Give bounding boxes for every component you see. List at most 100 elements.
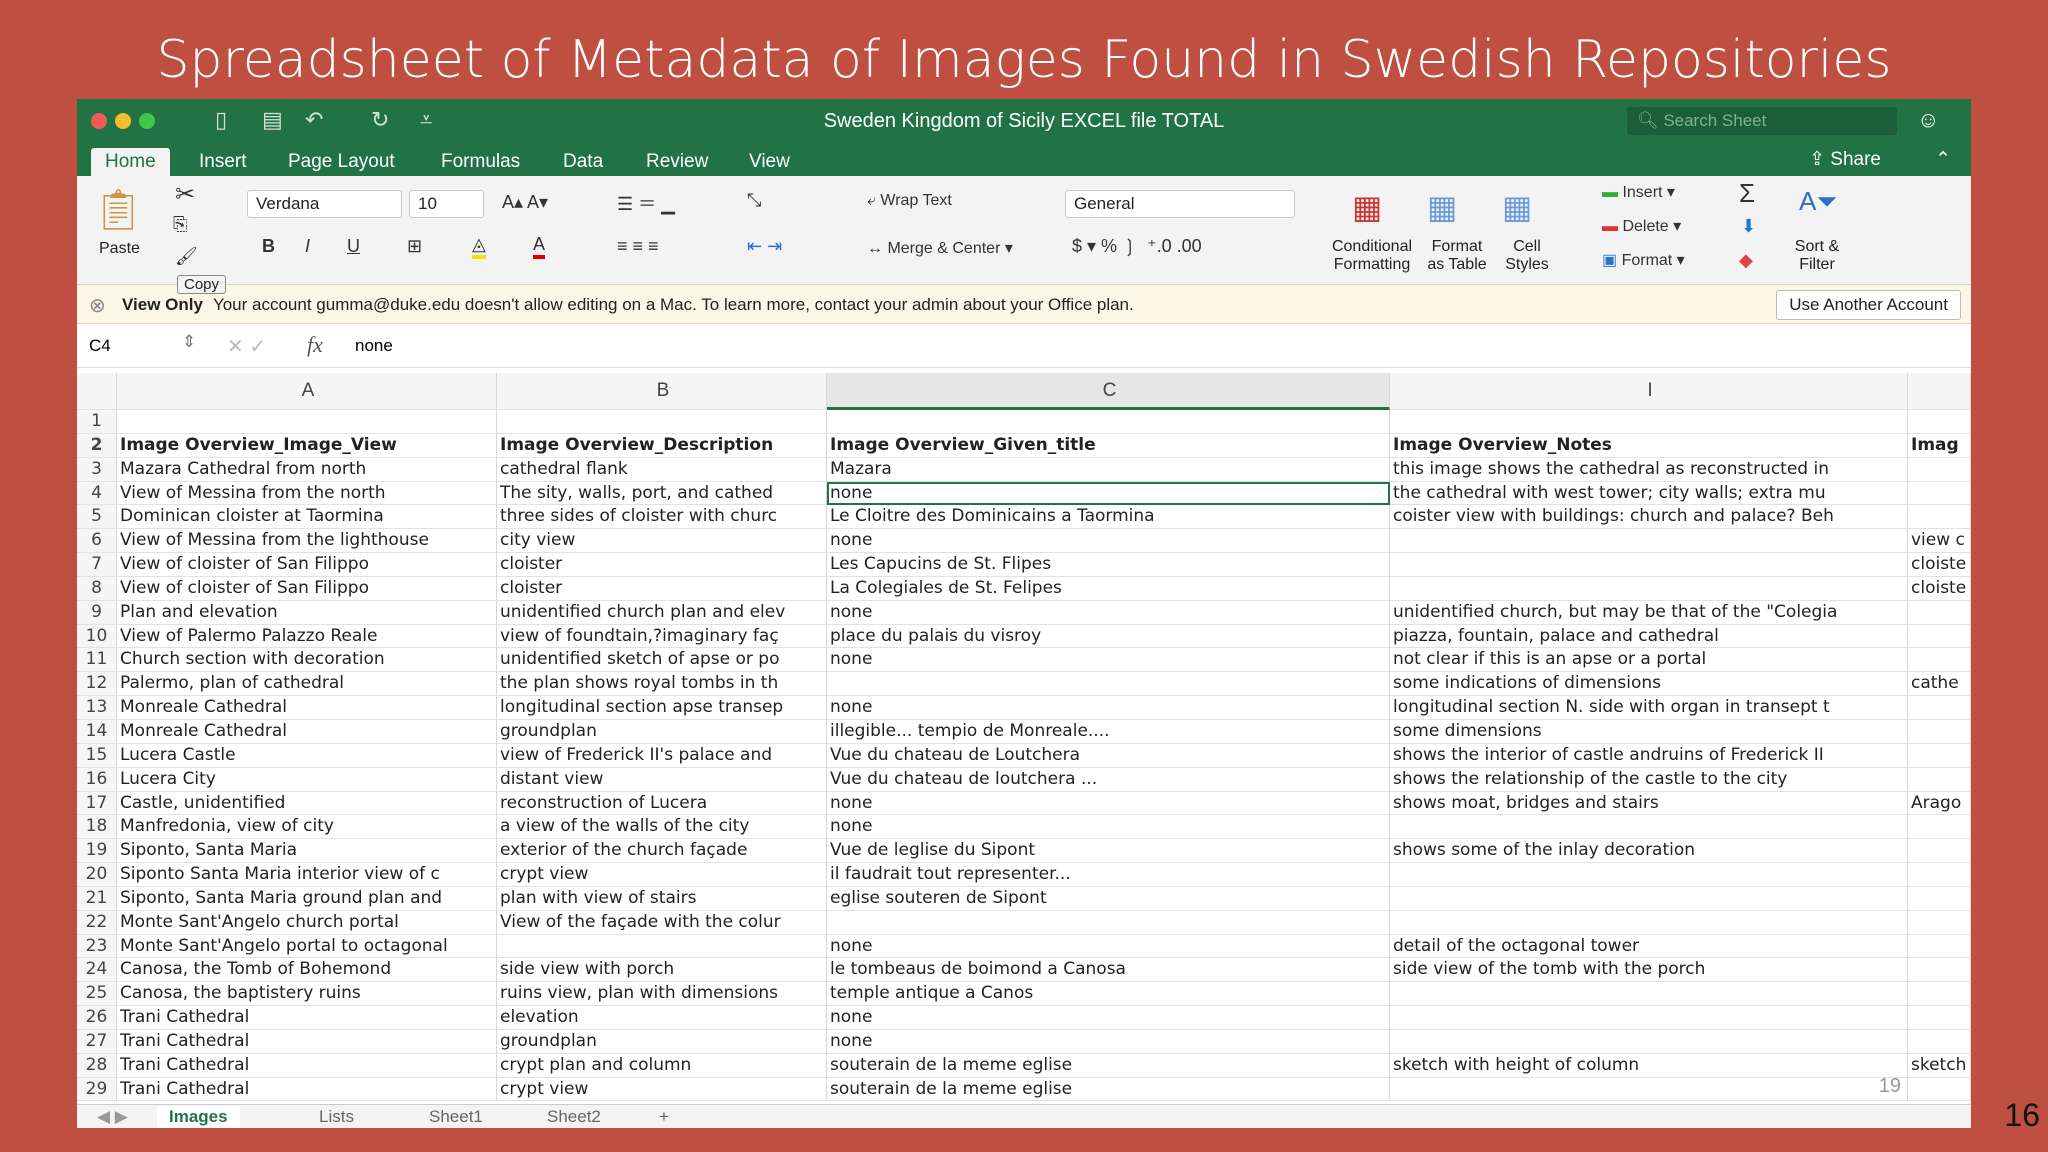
cell[interactable]: unidentified sketch of apse or po bbox=[497, 648, 827, 673]
cell[interactable]: Lucera City bbox=[117, 767, 497, 792]
copy-icon[interactable]: ⎘ bbox=[173, 214, 187, 235]
cell-styles-button[interactable]: Cell Styles bbox=[1502, 238, 1552, 274]
row-header[interactable]: 17 bbox=[77, 791, 117, 816]
cell[interactable] bbox=[827, 410, 1390, 434]
name-box[interactable]: C4 bbox=[89, 336, 111, 356]
column-header[interactable]: I bbox=[1390, 373, 1908, 410]
align-top-icon[interactable]: ☰ ＝ ▁ bbox=[617, 190, 675, 216]
use-another-account-button[interactable]: Use Another Account bbox=[1776, 290, 1961, 320]
cell[interactable]: View of Messina from the lighthouse bbox=[117, 529, 497, 554]
cell[interactable]: unidentified church, but may be that of … bbox=[1390, 600, 1908, 625]
cell[interactable]: shows the interior of castle andruins of… bbox=[1390, 743, 1908, 768]
row-header[interactable]: 12 bbox=[77, 672, 117, 697]
row-header[interactable]: 7 bbox=[77, 553, 117, 577]
cell[interactable]: temple antique a Canos bbox=[827, 982, 1390, 1007]
cell[interactable]: Trani Cathedral bbox=[117, 1053, 497, 1078]
cell[interactable] bbox=[1908, 410, 1971, 434]
cell[interactable]: Siponto, Santa Maria bbox=[117, 839, 497, 864]
row-header[interactable]: 15 bbox=[77, 743, 117, 768]
cell[interactable]: Image Overview_Image_View bbox=[117, 433, 497, 458]
sheet-tab-sheet2[interactable]: Sheet2 bbox=[535, 1106, 613, 1128]
cell[interactable]: unidentified church plan and elev bbox=[497, 600, 827, 625]
cell[interactable]: Monte Sant'Angelo portal to octagonal bbox=[117, 934, 497, 959]
cell[interactable]: shows some of the inlay decoration bbox=[1390, 839, 1908, 864]
paste-icon[interactable]: 📋︎ bbox=[93, 186, 144, 233]
cell[interactable] bbox=[1908, 934, 1971, 959]
cell[interactable]: the plan shows royal tombs in th bbox=[497, 672, 827, 697]
tab-home[interactable]: Home bbox=[91, 148, 170, 176]
font-name-select[interactable]: Verdana bbox=[247, 190, 402, 218]
cell[interactable]: sketch with height of column bbox=[1390, 1053, 1908, 1078]
clear-eraser-icon[interactable]: ◆ bbox=[1739, 250, 1753, 271]
cell[interactable]: Canosa, the baptistery ruins bbox=[117, 982, 497, 1007]
row-header[interactable]: 26 bbox=[77, 1006, 117, 1030]
cell[interactable]: View of cloister of San Filippo bbox=[117, 576, 497, 601]
increase-font-icon[interactable]: A▴ A▾ bbox=[502, 192, 548, 213]
smiley-feedback-icon[interactable]: ☺ bbox=[1917, 107, 1939, 133]
cell[interactable]: none bbox=[827, 600, 1390, 625]
cell[interactable]: view of foundtain,?imaginary faç bbox=[497, 624, 827, 649]
column-header[interactable] bbox=[1908, 373, 1971, 410]
row-header[interactable]: 4 bbox=[77, 481, 117, 506]
cell[interactable]: cathedral flank bbox=[497, 457, 827, 482]
currency-icon[interactable]: $ ▾ % ❳ ⁺.0 .00 bbox=[1072, 236, 1202, 257]
bold-button[interactable]: B bbox=[262, 236, 275, 257]
cell[interactable]: Vue de leglise du Sipont bbox=[827, 839, 1390, 864]
cell[interactable] bbox=[1908, 624, 1971, 649]
cell[interactable]: Monreale Cathedral bbox=[117, 719, 497, 744]
sheet-tab-images[interactable]: Images bbox=[157, 1106, 240, 1128]
cell[interactable]: longitudinal section N. side with organ … bbox=[1390, 696, 1908, 720]
cell[interactable]: the cathedral with west tower; city wall… bbox=[1390, 481, 1908, 506]
cell[interactable] bbox=[827, 672, 1390, 697]
cell[interactable]: Le Cloitre des Dominicains a Taormina bbox=[827, 505, 1390, 530]
spreadsheet-grid[interactable]: A B C I 1 2 Image Overview_Image_View Image Ove… bbox=[77, 373, 1971, 1102]
cell[interactable]: souterain de la meme eglise bbox=[827, 1053, 1390, 1078]
cell[interactable]: Imag bbox=[1908, 433, 1971, 458]
row-header[interactable]: 5 bbox=[77, 505, 117, 530]
tab-view[interactable]: View bbox=[735, 148, 804, 176]
search-sheet-input[interactable]: 🔍︎ Search Sheet bbox=[1627, 107, 1897, 135]
cell[interactable]: shows the relationship of the castle to … bbox=[1390, 767, 1908, 792]
share-button[interactable]: ⇪ Share bbox=[1809, 148, 1881, 171]
cell[interactable] bbox=[497, 410, 827, 434]
row-header[interactable]: 11 bbox=[77, 648, 117, 673]
sort-filter-icon[interactable]: A⏷ bbox=[1799, 186, 1837, 218]
cell[interactable]: View of Messina from the north bbox=[117, 481, 497, 506]
row-header[interactable]: 25 bbox=[77, 982, 117, 1007]
function-icon[interactable]: fx bbox=[307, 332, 323, 358]
add-sheet-button[interactable]: + bbox=[647, 1106, 681, 1128]
cell[interactable]: elevation bbox=[497, 1006, 827, 1030]
row-header[interactable]: 24 bbox=[77, 958, 117, 983]
cell[interactable]: none bbox=[827, 791, 1390, 816]
cell[interactable]: Siponto, Santa Maria ground plan and bbox=[117, 886, 497, 911]
row-header[interactable]: 13 bbox=[77, 696, 117, 720]
tab-insert[interactable]: Insert bbox=[185, 148, 261, 176]
cell[interactable]: view c bbox=[1908, 529, 1971, 554]
cell[interactable]: Image Overview_Description bbox=[497, 433, 827, 458]
cell[interactable]: Canosa, the Tomb of Bohemond bbox=[117, 958, 497, 983]
cell[interactable] bbox=[827, 910, 1390, 935]
cell[interactable]: piazza, fountain, palace and cathedral bbox=[1390, 624, 1908, 649]
cell[interactable]: The sity, walls, port, and cathed bbox=[497, 481, 827, 506]
cell[interactable] bbox=[1908, 505, 1971, 530]
cell[interactable] bbox=[1390, 1077, 1908, 1102]
cell[interactable]: some dimensions bbox=[1390, 719, 1908, 744]
row-header[interactable]: 20 bbox=[77, 863, 117, 887]
cell[interactable]: some indications of dimensions bbox=[1390, 672, 1908, 697]
cell[interactable]: none bbox=[827, 696, 1390, 720]
row-header[interactable]: 3 bbox=[77, 457, 117, 482]
cell[interactable]: cloiste bbox=[1908, 576, 1971, 601]
sheet-tab-sheet1[interactable]: Sheet1 bbox=[417, 1106, 495, 1128]
row-header[interactable]: 22 bbox=[77, 910, 117, 935]
wrap-text-button[interactable]: ⤶ Wrap Text bbox=[867, 192, 952, 210]
cell[interactable]: Church section with decoration bbox=[117, 648, 497, 673]
tab-review[interactable]: Review bbox=[632, 148, 722, 176]
row-header[interactable]: 6 bbox=[77, 529, 117, 554]
cell[interactable]: ruins view, plan with dimensions bbox=[497, 982, 827, 1007]
row-header[interactable]: 21 bbox=[77, 886, 117, 911]
cell[interactable]: Mazara bbox=[827, 457, 1390, 482]
cell[interactable] bbox=[1390, 1006, 1908, 1030]
number-format-select[interactable]: General bbox=[1065, 190, 1295, 218]
cell[interactable] bbox=[1908, 982, 1971, 1007]
cell[interactable] bbox=[1908, 600, 1971, 625]
